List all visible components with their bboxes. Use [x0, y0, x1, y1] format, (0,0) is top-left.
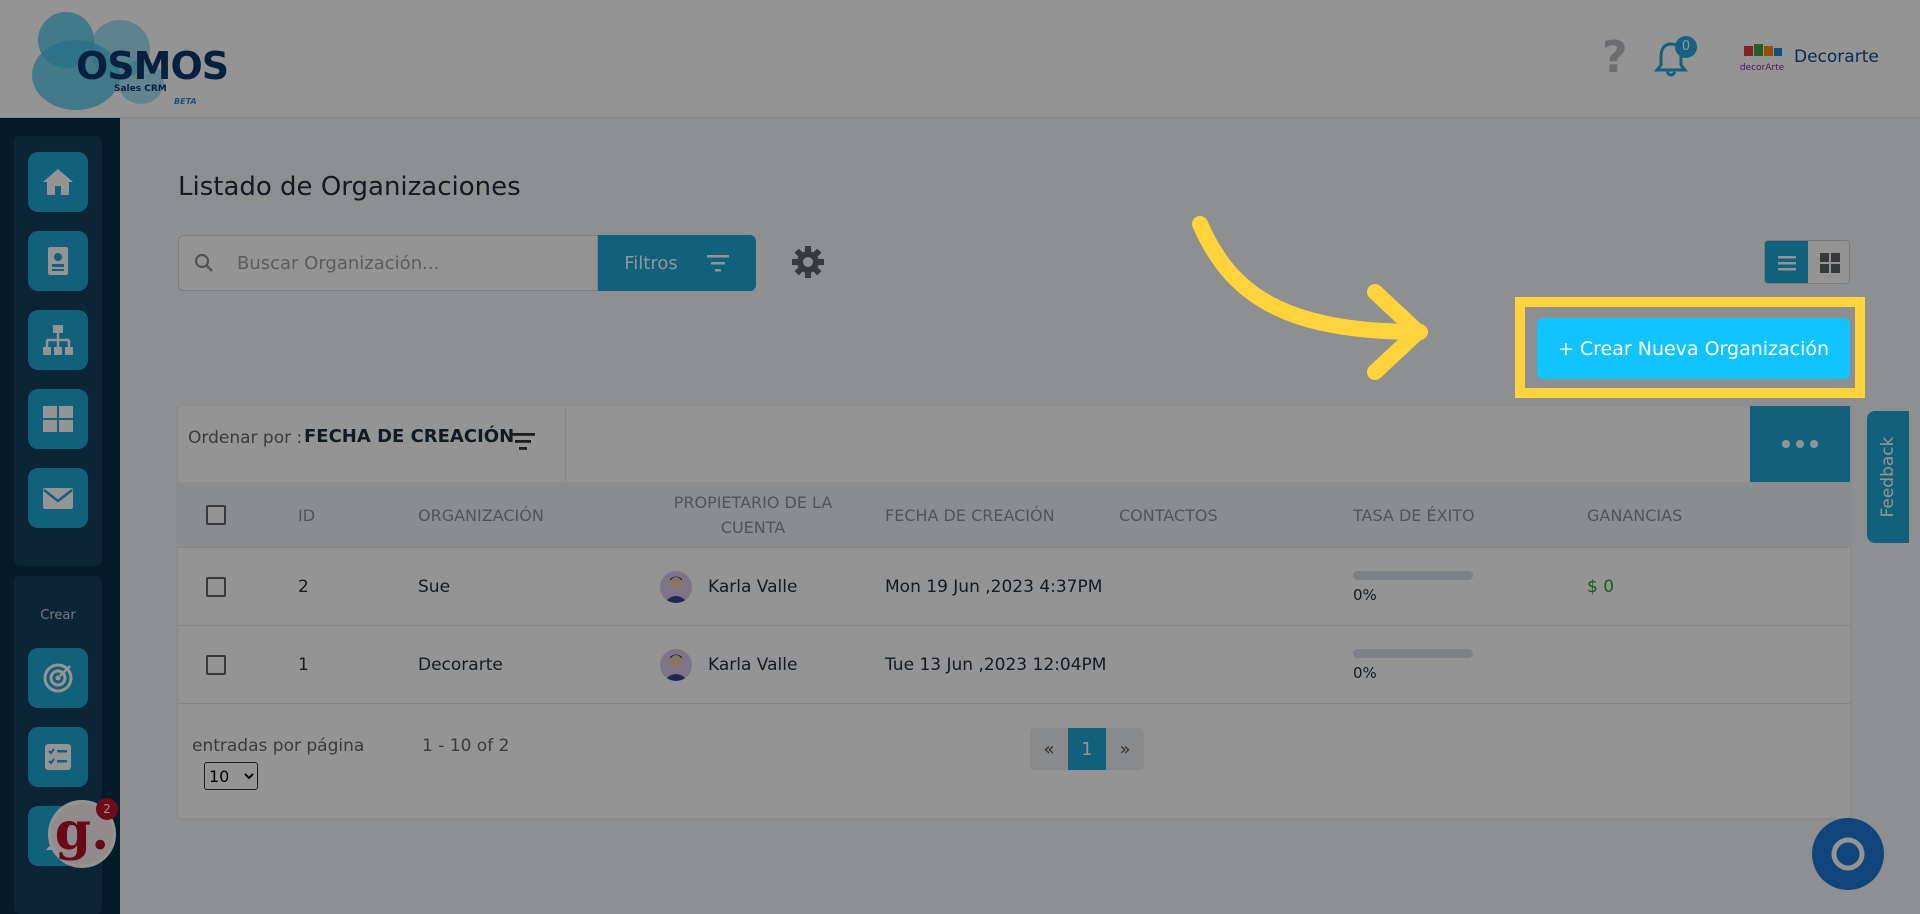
chat-widget-button[interactable]	[1812, 818, 1884, 890]
osmos-logo[interactable]: OSMOS Sales CRM BETA	[28, 10, 229, 110]
table-header: ID ORGANIZACIÓN PROPIETARIO DE LA CUENTA…	[178, 482, 1850, 548]
per-page-select[interactable]: 10	[204, 762, 258, 790]
logo-beta: BETA	[174, 97, 197, 106]
search-input[interactable]	[237, 248, 577, 278]
mail-icon	[43, 488, 73, 509]
row-id: 2	[298, 577, 309, 597]
sidebar-main-group	[14, 136, 102, 566]
g-widget-count-badge: 2	[96, 798, 118, 820]
col-id[interactable]: ID	[298, 482, 315, 548]
gear-icon[interactable]	[790, 244, 826, 280]
sort-bar[interactable]: Ordenar por : FECHA DE CREACIÓN	[178, 406, 566, 482]
contact-card-icon	[48, 247, 68, 275]
owner-name: Karla Valle	[708, 577, 798, 597]
top-header: OSMOS Sales CRM BETA ? 0 decorArte Decor…	[0, 0, 1920, 118]
logo-subtitle: Sales CRM	[114, 84, 167, 94]
target-icon	[43, 663, 73, 693]
next-page-button[interactable]: »	[1106, 728, 1144, 770]
select-all-cell	[206, 482, 226, 548]
sidebar-item-organizations[interactable]	[28, 310, 88, 370]
search-icon	[194, 253, 213, 272]
row-checkbox[interactable]	[206, 577, 226, 597]
table-row[interactable]: 2 Sue Karla Valle Mon 19 Jun ,2023 4:37P…	[178, 548, 1850, 626]
home-icon	[43, 169, 73, 195]
success-rate-value: 0%	[1353, 585, 1377, 604]
row-select-cell	[206, 548, 226, 626]
sidebar-item-home[interactable]	[28, 152, 88, 212]
owner-name: Karla Valle	[708, 655, 798, 675]
col-owner[interactable]: PROPIETARIO DE LA CUENTA	[668, 482, 838, 548]
org-name-link[interactable]: Decorarte	[1794, 47, 1879, 67]
search-box	[178, 235, 598, 291]
page-title: Listado de Organizaciones	[178, 172, 521, 202]
row-creation-date: Mon 19 Jun ,2023 4:37PM	[885, 577, 1103, 597]
row-checkbox[interactable]	[206, 655, 226, 675]
col-organization[interactable]: ORGANIZACIÓN	[418, 482, 544, 548]
avatar	[660, 649, 692, 681]
sidebar-item-dashboard[interactable]	[28, 389, 88, 449]
filter-icon	[706, 255, 729, 272]
row-earnings: $ 0	[1587, 577, 1615, 597]
grid-view-icon	[1819, 253, 1840, 273]
row-owner: Karla Valle	[660, 626, 797, 704]
more-dot-icon	[1782, 440, 1790, 448]
svg-text:decorArte: decorArte	[1740, 63, 1784, 73]
row-creation-date: Tue 13 Jun ,2023 12:04PM	[885, 655, 1107, 675]
notification-count-badge: 0	[1675, 36, 1697, 58]
row-select-cell	[206, 626, 226, 704]
view-toggle	[1764, 240, 1850, 284]
col-earnings[interactable]: GANANCIAS	[1587, 482, 1682, 548]
org-logo-icon[interactable]: decorArte	[1740, 42, 1784, 74]
row-success-rate: 0%	[1353, 626, 1473, 704]
more-options-button[interactable]	[1750, 406, 1850, 482]
sidebar-item-create-deal[interactable]	[28, 648, 88, 708]
crear-label: Crear	[40, 608, 76, 623]
sidebar-item-create-task[interactable]	[28, 727, 88, 787]
sort-label: Ordenar por :	[188, 428, 303, 448]
list-icon	[1777, 256, 1796, 271]
range-text: 1 - 10 of 2	[422, 736, 510, 756]
sidebar-item-mail[interactable]	[28, 468, 88, 528]
row-organization[interactable]: Sue	[418, 548, 450, 626]
chat-ring-icon	[1831, 837, 1865, 871]
page-1-button[interactable]: 1	[1068, 728, 1106, 770]
sort-icon[interactable]	[508, 426, 538, 456]
org-chart-icon	[43, 325, 73, 355]
sidebar: Crear	[0, 118, 120, 914]
filters-label: Filtros	[624, 252, 678, 274]
col-success-rate[interactable]: TASA DE ÉXITO	[1353, 482, 1475, 548]
feedback-tab[interactable]: Feedback	[1867, 411, 1909, 543]
success-rate-value: 0%	[1353, 663, 1377, 682]
row-id: 1	[298, 655, 309, 675]
avatar	[660, 571, 692, 603]
grid-view-button[interactable]	[1808, 241, 1849, 283]
pagination: « 1 »	[1030, 728, 1144, 770]
more-dot-icon	[1810, 440, 1818, 448]
list-view-button[interactable]	[1765, 241, 1808, 283]
col-creation-date[interactable]: FECHA DE CREACIÓN	[885, 482, 1055, 548]
sidebar-item-contacts[interactable]	[28, 231, 88, 291]
select-all-checkbox[interactable]	[206, 505, 226, 525]
per-page-label: entradas por página	[192, 736, 365, 756]
arrow-annotation-icon	[1192, 216, 1428, 380]
row-success-rate: 0%	[1353, 548, 1473, 626]
task-list-icon	[45, 744, 71, 770]
feedback-label: Feedback	[1878, 436, 1898, 518]
question-icon[interactable]: ?	[1602, 34, 1628, 82]
organizations-table-card: Ordenar por : FECHA DE CREACIÓN ID ORGAN…	[178, 406, 1850, 818]
prev-page-button[interactable]: «	[1030, 728, 1068, 770]
more-dot-icon	[1796, 440, 1804, 448]
create-organization-button[interactable]: + Crear Nueva Organización	[1537, 318, 1850, 379]
col-contacts[interactable]: CONTACTOS	[1119, 482, 1218, 548]
logo-text: OSMOS	[76, 44, 229, 88]
success-rate-bar	[1353, 570, 1473, 580]
row-organization[interactable]: Decorarte	[418, 626, 503, 704]
grid-icon	[43, 406, 73, 432]
filters-button[interactable]: Filtros	[598, 235, 756, 291]
sort-value: FECHA DE CREACIÓN	[304, 426, 515, 447]
table-row[interactable]: 1 Decorarte Karla Valle Tue 13 Jun ,2023…	[178, 626, 1850, 704]
success-rate-bar	[1353, 648, 1473, 658]
row-owner: Karla Valle	[660, 548, 797, 626]
